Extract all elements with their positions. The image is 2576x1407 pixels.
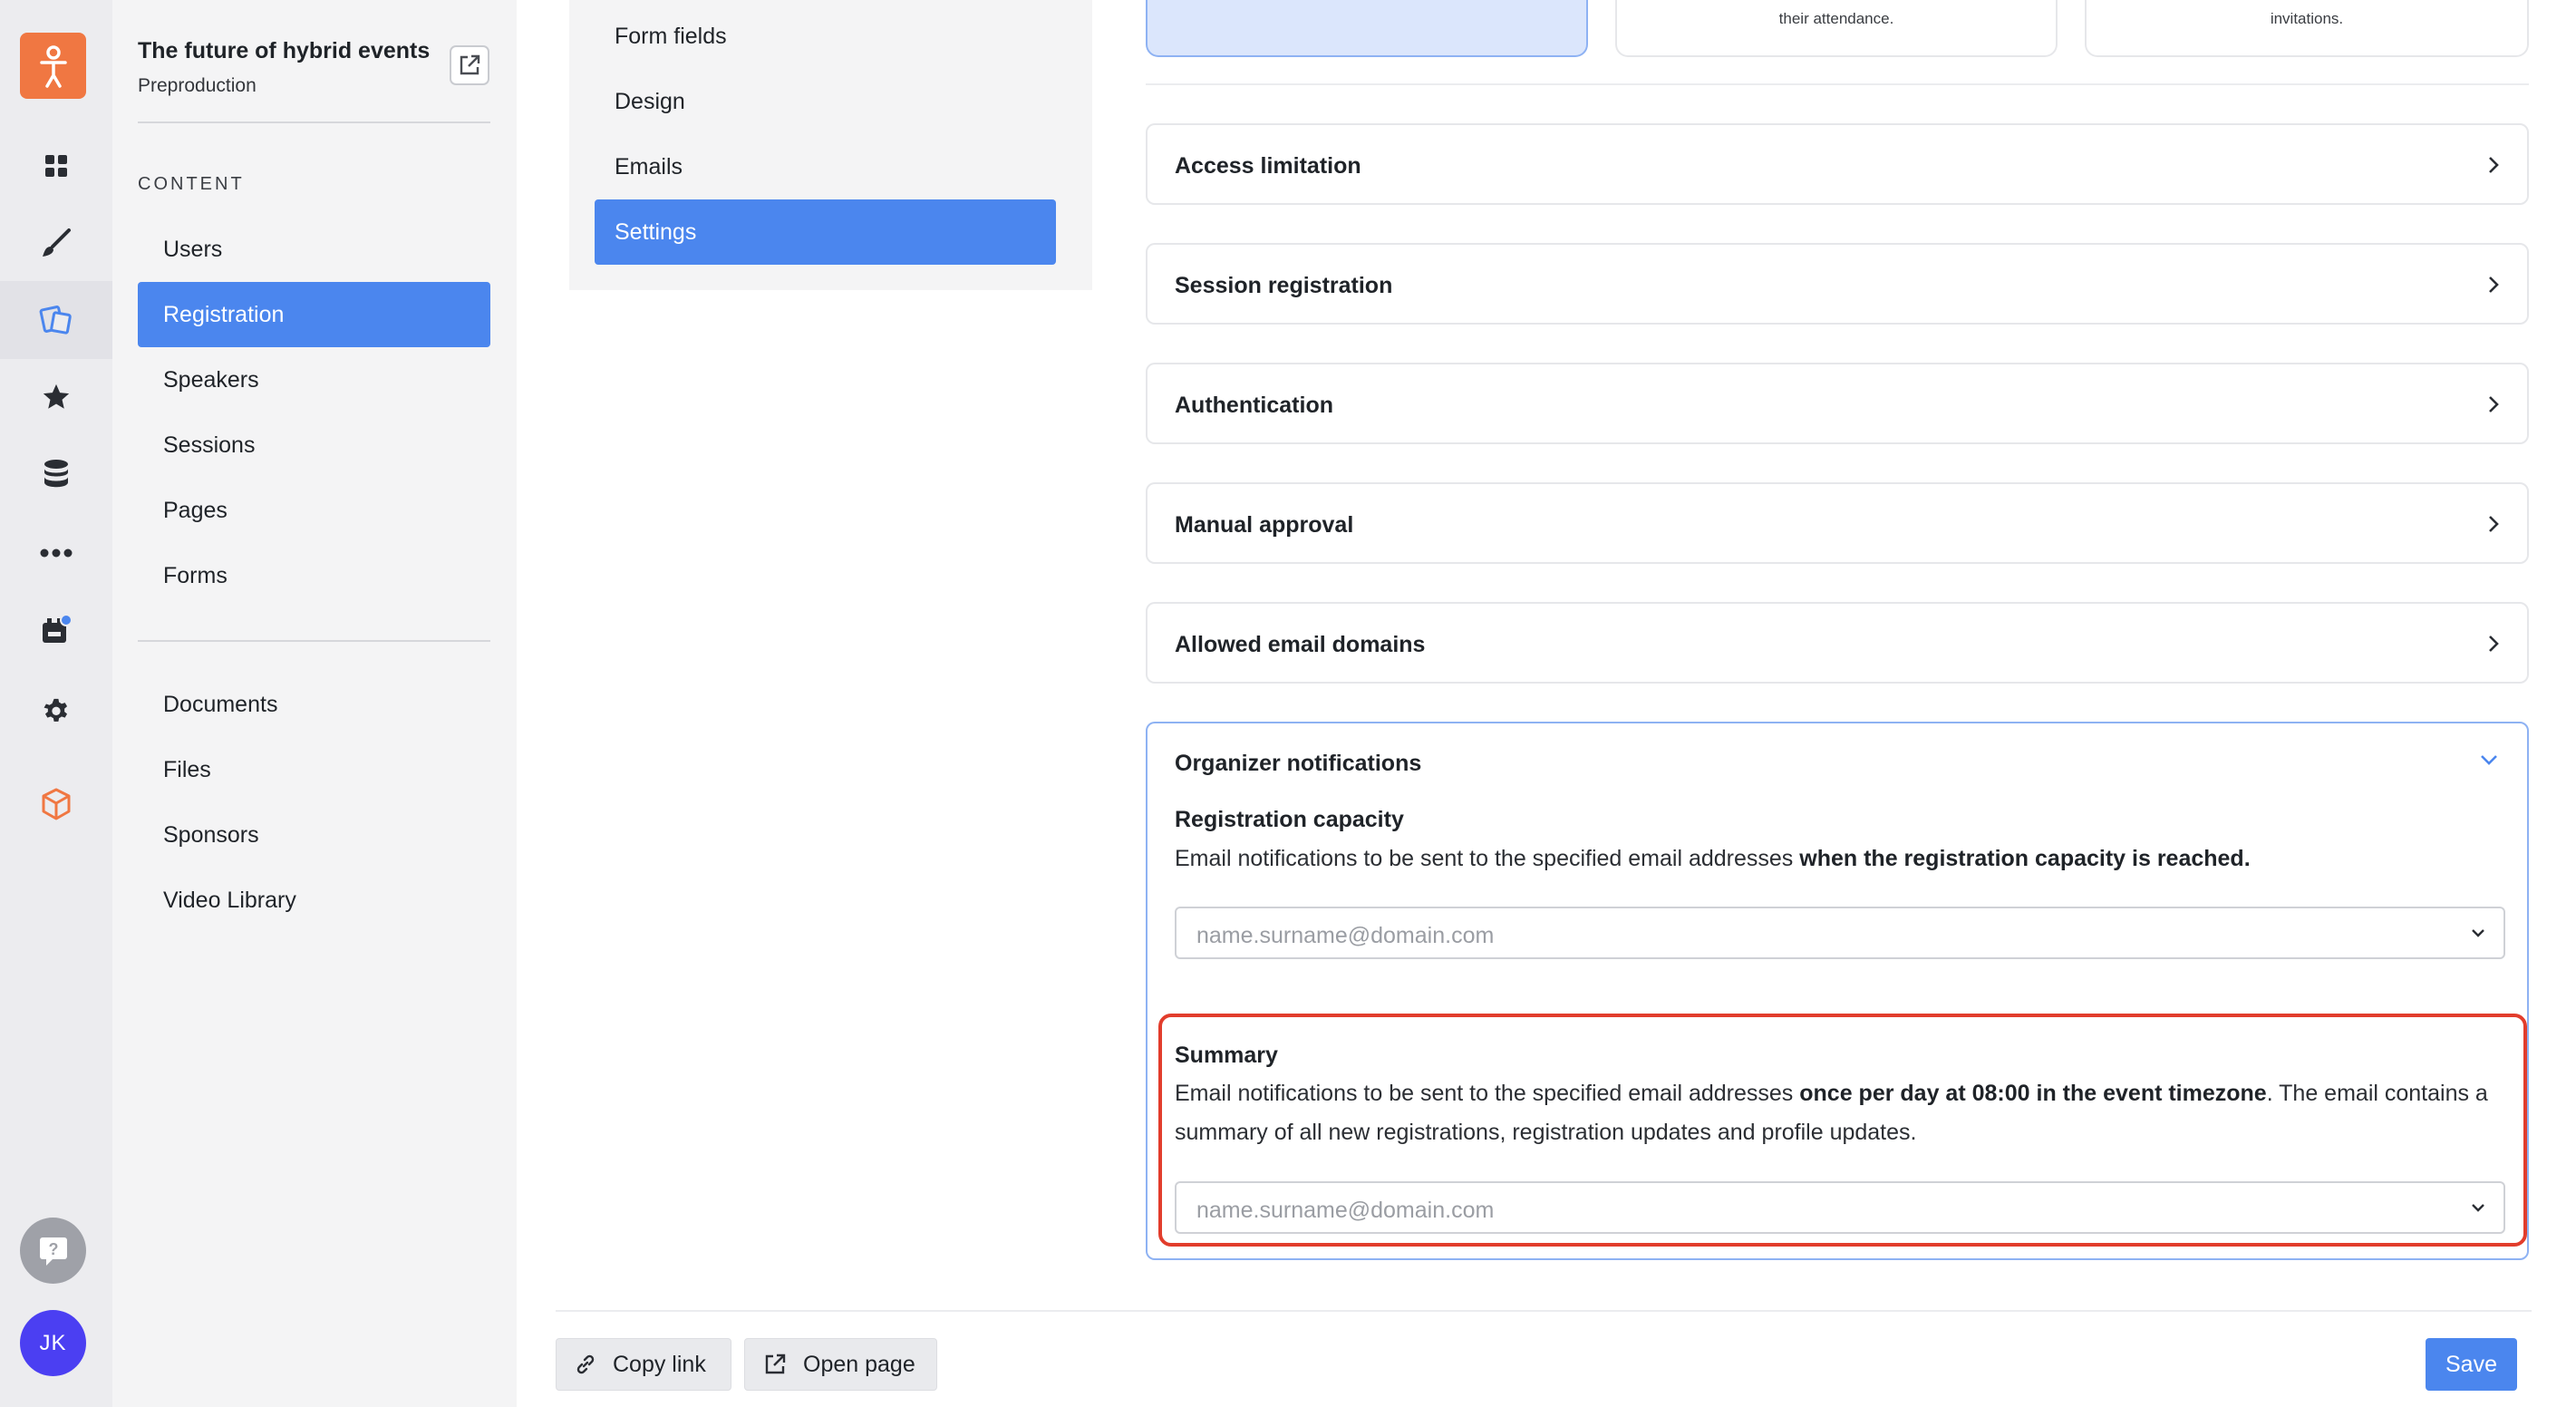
footer-divider: [556, 1310, 2532, 1312]
help-icon: ?: [39, 1237, 67, 1266]
person-icon: [40, 45, 67, 88]
accordion-authentication[interactable]: Authentication: [1146, 363, 2529, 444]
chevron-right-icon: [2489, 277, 2499, 293]
cube-icon: [42, 788, 71, 820]
sidebar-divider: [138, 121, 490, 123]
icon-rail: ? JK: [0, 0, 112, 1407]
link-icon: [576, 1354, 595, 1374]
chevron-right-icon: [2489, 157, 2499, 173]
option-card[interactable]: their attendance.: [1615, 0, 2058, 57]
sidebar-item-documents[interactable]: Documents: [138, 672, 490, 737]
accordion-title: Authentication: [1175, 393, 1333, 418]
summary-highlight: [1158, 1014, 2527, 1247]
content-sidebar: The future of hybrid events Preproductio…: [112, 0, 517, 1407]
accordion-access-limitation[interactable]: Access limitation: [1146, 123, 2529, 205]
sidebar-item-registration[interactable]: Registration: [138, 282, 490, 347]
accordion-title: Manual approval: [1175, 512, 1354, 538]
chevron-right-icon: [2489, 636, 2499, 652]
accordion-manual-approval[interactable]: Manual approval: [1146, 482, 2529, 564]
help-button[interactable]: ?: [20, 1218, 86, 1284]
rail-favorites[interactable]: [0, 358, 112, 436]
subnav-item-emails[interactable]: Emails: [595, 134, 1056, 199]
rail-marketplace[interactable]: [0, 591, 112, 669]
chevron-right-icon: [2489, 396, 2499, 412]
accordion-title: Allowed email domains: [1175, 632, 1426, 657]
brush-icon: [43, 228, 71, 257]
event-title: The future of hybrid events: [138, 38, 431, 63]
rail-more[interactable]: [0, 514, 112, 592]
select-placeholder: name.surname@domain.com: [1196, 923, 1495, 948]
capacity-description: Email notifications to be sent to the sp…: [1175, 846, 2251, 871]
sidebar-item-video-library[interactable]: Video Library: [138, 868, 490, 933]
sidebar-item-users[interactable]: Users: [138, 217, 490, 282]
sidebar-item-sessions[interactable]: Sessions: [138, 412, 490, 478]
dashboard-icon: [45, 155, 67, 177]
sidebar-item-speakers[interactable]: Speakers: [138, 347, 490, 412]
brand-logo[interactable]: [20, 33, 86, 99]
accordion-title: Session registration: [1175, 273, 1393, 298]
registration-subnav: Form fields Design Emails Settings: [569, 0, 1092, 290]
option-card[interactable]: invitations.: [2085, 0, 2529, 57]
chevron-down-icon[interactable]: [2478, 753, 2500, 766]
section-label: CONTENT: [138, 174, 245, 194]
rail-design[interactable]: [0, 204, 112, 282]
event-status: Preproduction: [138, 75, 257, 96]
sidebar-item-files[interactable]: Files: [138, 737, 490, 802]
more-icon: [40, 548, 73, 558]
open-event-button[interactable]: [450, 45, 489, 85]
capacity-email-select[interactable]: name.surname@domain.com: [1175, 907, 2505, 959]
sidebar-item-sponsors[interactable]: Sponsors: [138, 802, 490, 868]
accordion-title[interactable]: Organizer notifications: [1175, 751, 1421, 777]
registration-icon: [39, 306, 72, 335]
external-link-icon: [765, 1354, 786, 1374]
marketplace-icon: [43, 614, 73, 643]
sidebar-item-forms[interactable]: Forms: [138, 543, 490, 608]
external-link-icon: [460, 54, 480, 75]
database-icon: [44, 460, 68, 488]
svg-text:?: ?: [48, 1240, 58, 1258]
rail-data[interactable]: [0, 435, 112, 513]
option-card[interactable]: [1146, 0, 1588, 57]
subnav-item-design[interactable]: Design: [595, 69, 1056, 134]
rail-integrations[interactable]: [0, 765, 112, 843]
star-icon: [43, 383, 70, 409]
open-page-button[interactable]: Open page: [744, 1338, 937, 1391]
gear-icon: [44, 698, 68, 722]
save-button[interactable]: Save: [2426, 1338, 2517, 1391]
capacity-title: Registration capacity: [1175, 807, 1404, 832]
rail-settings[interactable]: [0, 672, 112, 750]
rail-registration[interactable]: [0, 281, 112, 359]
chevron-right-icon: [2489, 516, 2499, 532]
sidebar-item-pages[interactable]: Pages: [138, 478, 490, 543]
open-page-label: Open page: [803, 1351, 915, 1377]
avatar[interactable]: JK: [20, 1310, 86, 1376]
subnav-item-settings[interactable]: Settings: [595, 199, 1056, 265]
copy-link-label: Copy link: [613, 1351, 706, 1377]
subnav-item-form-fields[interactable]: Form fields: [595, 4, 1056, 69]
accordion-title: Access limitation: [1175, 153, 1361, 179]
rail-dashboard[interactable]: [0, 127, 112, 205]
copy-link-button[interactable]: Copy link: [556, 1338, 731, 1391]
accordion-allowed-email-domains[interactable]: Allowed email domains: [1146, 602, 2529, 684]
divider: [1146, 83, 2529, 85]
accordion-session-registration[interactable]: Session registration: [1146, 243, 2529, 325]
sidebar-divider: [138, 640, 490, 642]
chevron-down-icon: [2472, 929, 2484, 937]
